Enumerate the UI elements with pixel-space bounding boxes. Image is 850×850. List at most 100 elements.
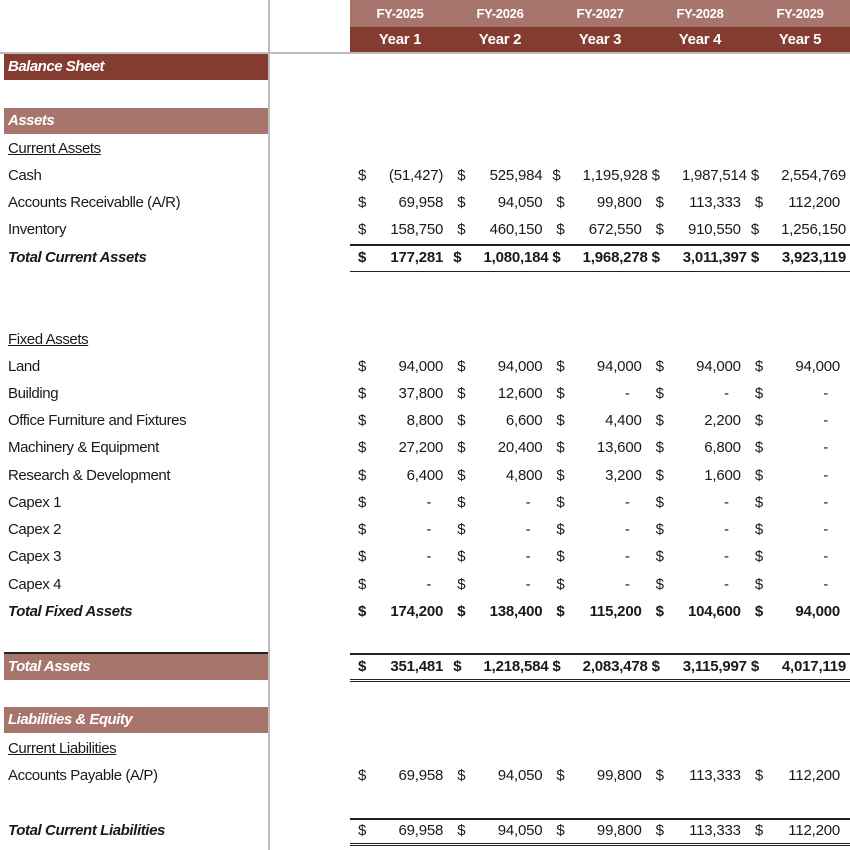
value-cell[interactable]: $1,987,514 xyxy=(650,162,749,189)
value-cell[interactable]: $99,800 xyxy=(550,762,649,789)
value-cell[interactable]: $115,200 xyxy=(550,598,649,625)
row-label: Total Fixed Assets xyxy=(8,603,133,620)
value-cell[interactable]: $ - xyxy=(650,543,749,570)
value-cell[interactable]: $ - xyxy=(451,571,550,598)
value-cell[interactable]: $174,200 xyxy=(352,598,451,625)
value-cell[interactable]: $1,256,150 xyxy=(749,216,848,243)
value-cell[interactable]: $138,400 xyxy=(451,598,550,625)
value-cell[interactable]: $ - xyxy=(550,380,649,407)
value-cell[interactable]: $ - xyxy=(749,380,848,407)
value-cell[interactable]: $94,000 xyxy=(650,353,749,380)
value-cell[interactable]: $ - xyxy=(352,516,451,543)
row-values: $94,000 $94,000 $94,000 $94,000 $94,000 xyxy=(352,353,848,380)
value-cell[interactable]: $6,600 xyxy=(451,407,550,434)
value-cell[interactable]: $12,600 xyxy=(451,380,550,407)
value-cell[interactable]: $1,968,278 xyxy=(550,244,649,271)
value-cell[interactable]: $4,800 xyxy=(451,462,550,489)
value-cell[interactable]: $4,017,119 xyxy=(749,653,848,680)
row-values: $351,481 $1,218,584 $2,083,478 $3,115,997 $4… xyxy=(352,653,848,680)
value-cell[interactable]: $104,600 xyxy=(650,598,749,625)
value-cell[interactable]: $13,600 xyxy=(550,434,649,461)
value-cell[interactable]: $1,195,928 xyxy=(550,162,649,189)
value-cell[interactable]: $ - xyxy=(650,380,749,407)
value-cell[interactable]: $177,281 xyxy=(352,244,451,271)
value-cell[interactable]: $ (51,427) xyxy=(352,162,451,189)
value-cell[interactable]: $ - xyxy=(749,543,848,570)
value-cell[interactable]: $94,000 xyxy=(749,598,848,625)
value-cell[interactable]: $ - xyxy=(749,407,848,434)
value-cell[interactable]: $ - xyxy=(550,543,649,570)
value-cell[interactable]: $6,800 xyxy=(650,434,749,461)
value-cell[interactable]: $113,333 xyxy=(650,189,749,216)
value-cell[interactable]: $4,400 xyxy=(550,407,649,434)
value-cell[interactable]: $37,800 xyxy=(352,380,451,407)
value-cell[interactable]: $2,554,769 xyxy=(749,162,848,189)
value-cell[interactable]: $1,080,184 xyxy=(451,244,550,271)
value-cell[interactable]: $ - xyxy=(550,516,649,543)
value-cell[interactable]: $2,083,478 xyxy=(550,653,649,680)
value-cell[interactable]: $20,400 xyxy=(451,434,550,461)
value-cell[interactable]: $ - xyxy=(352,543,451,570)
value-cell[interactable]: $8,800 xyxy=(352,407,451,434)
value-cell[interactable]: $ - xyxy=(749,516,848,543)
value-cell[interactable]: $94,000 xyxy=(749,353,848,380)
value-cell[interactable]: $ - xyxy=(749,489,848,516)
value-cell[interactable]: $ - xyxy=(451,516,550,543)
currency-symbol: $ xyxy=(556,412,565,429)
currency-symbol: $ xyxy=(358,167,367,184)
total-assets-top-rule xyxy=(350,653,850,655)
value-cell[interactable]: $94,000 xyxy=(352,353,451,380)
value-cell[interactable]: $ - xyxy=(749,571,848,598)
value-cell[interactable]: $112,200 xyxy=(749,762,848,789)
value-cell[interactable]: $460,150 xyxy=(451,216,550,243)
value-cell[interactable]: $3,011,397 xyxy=(650,244,749,271)
currency-symbol: $ xyxy=(457,412,466,429)
value-cell[interactable]: $94,000 xyxy=(451,353,550,380)
total-liabilities-bottom-rule xyxy=(350,843,850,846)
value-cell[interactable]: $69,958 xyxy=(352,189,451,216)
amount: 94,000 xyxy=(696,358,741,375)
value-cell[interactable]: $3,115,997 xyxy=(650,653,749,680)
row-capex-4: Capex 4 $ - $ - $ - $ - $ - xyxy=(0,571,850,598)
value-cell[interactable]: $3,200 xyxy=(550,462,649,489)
fy-header-2: FY-2026 xyxy=(476,6,524,21)
value-cell[interactable]: $69,958 xyxy=(352,817,451,844)
value-cell[interactable]: $1,218,584 xyxy=(451,653,550,680)
value-cell[interactable]: $ - xyxy=(451,543,550,570)
value-cell[interactable]: $94,050 xyxy=(451,762,550,789)
value-cell[interactable]: $672,550 xyxy=(550,216,649,243)
value-cell[interactable]: $ - xyxy=(749,462,848,489)
value-cell[interactable]: $158,750 xyxy=(352,216,451,243)
value-cell[interactable]: $69,958 xyxy=(352,762,451,789)
value-cell[interactable]: $27,200 xyxy=(352,434,451,461)
amount: 177,281 xyxy=(390,249,444,266)
value-cell[interactable]: $ - xyxy=(650,516,749,543)
value-cell[interactable]: $99,800 xyxy=(550,817,649,844)
value-cell[interactable]: $1,600 xyxy=(650,462,749,489)
value-cell[interactable]: $6,400 xyxy=(352,462,451,489)
value-cell[interactable]: $99,800 xyxy=(550,189,649,216)
value-cell[interactable]: $ - xyxy=(650,489,749,516)
value-cell[interactable]: $3,923,119 xyxy=(749,244,848,271)
value-cell[interactable]: $525,984 xyxy=(451,162,550,189)
value-cell[interactable]: $351,481 xyxy=(352,653,451,680)
currency-symbol: $ xyxy=(651,167,660,184)
value-cell[interactable]: $94,000 xyxy=(550,353,649,380)
value-cell[interactable]: $ - xyxy=(451,489,550,516)
amount: 20,400 xyxy=(497,439,543,456)
value-cell[interactable]: $ - xyxy=(550,489,649,516)
value-cell[interactable]: $94,050 xyxy=(451,817,550,844)
value-cell[interactable]: $ - xyxy=(749,434,848,461)
value-cell[interactable]: $113,333 xyxy=(650,817,749,844)
value-cell[interactable]: $ - xyxy=(352,489,451,516)
value-cell[interactable]: $910,550 xyxy=(650,216,749,243)
currency-symbol: $ xyxy=(457,576,466,593)
value-cell[interactable]: $112,200 xyxy=(749,817,848,844)
value-cell[interactable]: $113,333 xyxy=(650,762,749,789)
value-cell[interactable]: $94,050 xyxy=(451,189,550,216)
value-cell[interactable]: $2,200 xyxy=(650,407,749,434)
value-cell[interactable]: $112,200 xyxy=(749,189,848,216)
value-cell[interactable]: $ - xyxy=(550,571,649,598)
value-cell[interactable]: $ - xyxy=(352,571,451,598)
value-cell[interactable]: $ - xyxy=(650,571,749,598)
